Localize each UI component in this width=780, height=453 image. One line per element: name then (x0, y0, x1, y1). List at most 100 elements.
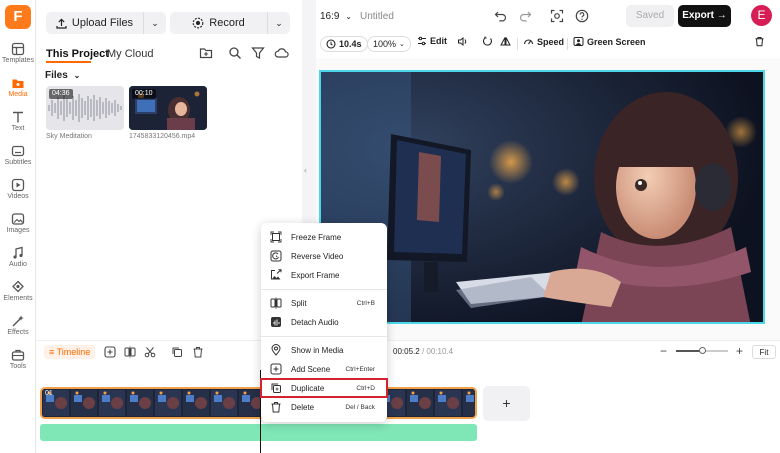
trash-icon[interactable] (192, 346, 204, 358)
menu-item-label: Export Frame (291, 270, 340, 280)
scissors-icon[interactable] (144, 346, 156, 358)
filmstrip-light (467, 391, 471, 395)
flip-icon[interactable] (500, 36, 511, 47)
active-tab-indicator (46, 61, 91, 63)
clip-toolbar: 10.4s 100% ⌄ Edit Speed Green Screen (316, 33, 780, 55)
arrow-right-icon: → (716, 10, 727, 21)
speed-button[interactable]: Speed (523, 36, 564, 47)
menu-item-show-in-media[interactable]: Show in Media (261, 341, 387, 359)
zoom-out-icon[interactable]: − (660, 344, 667, 358)
green-screen-label: Green Screen (587, 36, 646, 47)
zoom-slider-handle[interactable] (699, 347, 706, 354)
clock-icon (326, 39, 336, 49)
media-thumbnail-video[interactable]: 00:10 (129, 86, 207, 130)
menu-divider (261, 289, 387, 290)
rotate-icon[interactable] (482, 36, 493, 47)
tab-my-cloud[interactable]: My Cloud (107, 48, 153, 60)
filmstrip-screen (214, 395, 222, 402)
add-scene-tile[interactable]: + (483, 386, 530, 421)
menu-item-shortcut: Del / Back (345, 403, 375, 411)
cloud-icon[interactable] (274, 46, 290, 62)
subtitles-icon (11, 145, 25, 157)
rail-item-templates[interactable]: Templates (0, 42, 36, 76)
zoom-in-icon[interactable]: + (736, 344, 743, 358)
chevron-down-icon[interactable]: ⌄ (144, 18, 166, 29)
video-track-clip[interactable]: 01 (40, 387, 477, 419)
upload-files-button[interactable]: Upload Files ⌄ (46, 12, 166, 34)
help-icon[interactable] (575, 9, 591, 25)
filmstrip-light (131, 391, 135, 395)
add-media-icon[interactable] (104, 346, 116, 358)
chevron-down-icon: ⌄ (345, 12, 352, 21)
user-avatar[interactable]: E (751, 5, 772, 26)
filmstrip-screen (438, 395, 446, 402)
rail-item-subtitles[interactable]: Subtitles (0, 144, 36, 178)
record-button[interactable]: Record ⌄ (170, 12, 290, 34)
undo-icon[interactable] (494, 9, 510, 25)
rail-label: Videos (7, 193, 29, 200)
rail-item-text[interactable]: Text (0, 110, 36, 144)
duplicate-icon (271, 383, 281, 393)
reverse-video-icon (270, 250, 282, 262)
trash-icon (271, 402, 281, 413)
menu-item-delete[interactable]: Delete Del / Back (261, 398, 387, 416)
filmstrip-light (411, 391, 415, 395)
videos-icon (11, 178, 25, 192)
menu-item-detach-audio[interactable]: Detach Audio (261, 313, 387, 331)
filmstrip-figure (475, 397, 477, 409)
timeline-toggle[interactable]: ≡ Timeline (44, 345, 96, 359)
redo-icon[interactable] (518, 9, 534, 25)
app-logo[interactable]: F (5, 5, 31, 29)
green-screen-button[interactable]: Green Screen (573, 36, 646, 47)
filmstrip-screen (186, 395, 194, 402)
chevron-left-icon: ‹ (304, 165, 307, 175)
new-folder-icon[interactable] (199, 46, 215, 62)
filmstrip-light (215, 391, 219, 395)
tab-this-project[interactable]: This Project (46, 48, 109, 60)
screen-capture-icon[interactable] (550, 9, 566, 25)
filmstrip-figure (419, 397, 431, 409)
rail-item-effects[interactable]: Effects (0, 314, 36, 348)
filter-icon[interactable] (251, 46, 267, 62)
split-clip-icon[interactable] (124, 346, 136, 358)
project-title[interactable]: Untitled (360, 11, 394, 22)
media-thumbnail-audio[interactable]: 04:36 (46, 86, 124, 130)
rail-item-images[interactable]: Images (0, 212, 36, 246)
fit-button[interactable]: Fit (752, 345, 776, 359)
menu-item-freeze-frame[interactable]: Freeze Frame (261, 228, 387, 246)
edit-label: Edit (430, 36, 447, 46)
saved-button[interactable]: Saved (626, 5, 674, 27)
chevron-down-icon: ⌄ (73, 71, 81, 80)
search-icon[interactable] (228, 46, 244, 62)
audio-track-clip[interactable] (40, 424, 477, 441)
duration-value: 10.4s (339, 39, 362, 49)
menu-item-add-scene[interactable]: Add Scene Ctrl+Enter (261, 360, 387, 378)
zoom-select[interactable]: 100% ⌄ (367, 36, 411, 52)
volume-icon[interactable] (457, 36, 468, 47)
edit-button[interactable]: Edit (417, 36, 447, 46)
chevron-down-icon[interactable]: ⌄ (268, 18, 290, 29)
rail-item-elements[interactable]: Elements (0, 280, 36, 314)
rail-item-media[interactable]: Media (0, 76, 36, 110)
files-section-label[interactable]: Files ⌄ (45, 70, 80, 81)
rail-item-tools[interactable]: Tools (0, 348, 36, 382)
time-readout: 00:05.2 / 00:10.4 (393, 347, 454, 356)
text-icon (13, 111, 23, 123)
rail-item-audio[interactable]: Audio (0, 246, 36, 280)
filmstrip-figure (195, 397, 207, 409)
menu-item-export-frame[interactable]: Export Frame (261, 266, 387, 284)
duration-button[interactable]: 10.4s (320, 36, 368, 52)
menu-item-reverse-video[interactable]: Reverse Video (261, 247, 387, 265)
filmstrip-figure (83, 397, 95, 409)
delete-clip-icon[interactable] (754, 36, 765, 47)
menu-item-split[interactable]: Split Ctrl+B (261, 294, 387, 312)
rail-item-videos[interactable]: Videos (0, 178, 36, 212)
filmstrip-light (75, 391, 79, 395)
filmstrip-screen (74, 395, 82, 402)
copy-icon[interactable] (171, 346, 183, 358)
export-button[interactable]: Export → (678, 5, 731, 27)
aspect-ratio-select[interactable]: 16:9 ⌄ (320, 11, 352, 22)
left-rail: F Templates Media Text Subtitles Videos … (0, 0, 36, 453)
menu-item-label: Reverse Video (291, 251, 344, 261)
menu-item-duplicate[interactable]: Duplicate Ctrl+D (260, 378, 388, 398)
